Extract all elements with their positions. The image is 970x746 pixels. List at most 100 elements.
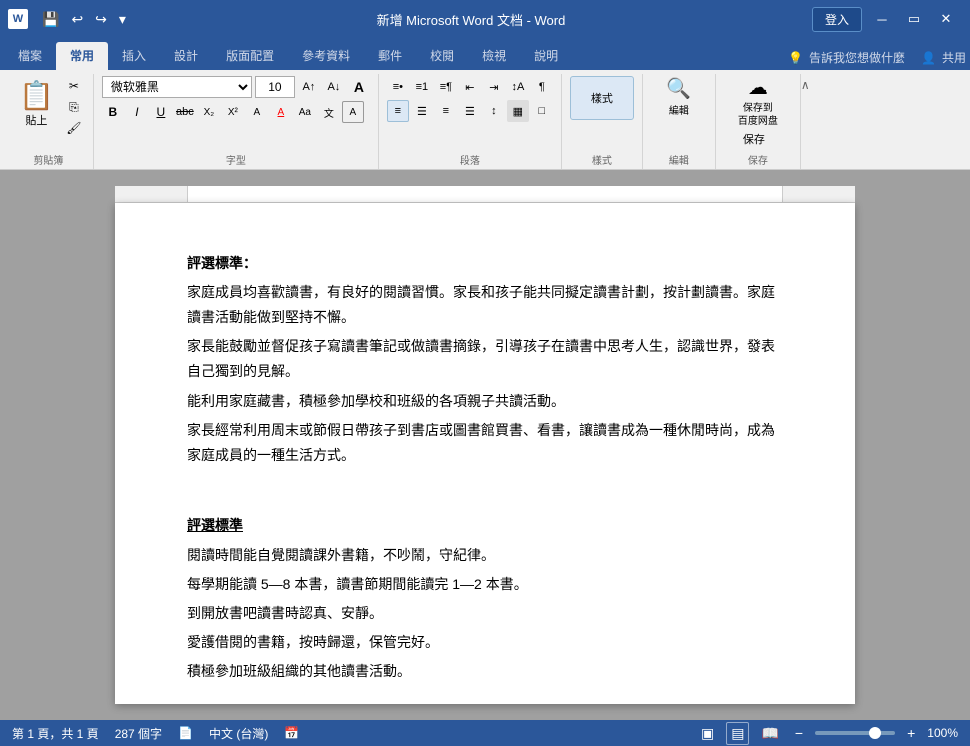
paragraph-group: ≡• ≡1 ≡¶ ⇤ ⇥ ↕A ¶ ≡ ☰ ≡ ☰ ↕ ▦ □ 段落 — [379, 74, 562, 169]
styles-label: 樣式 — [592, 152, 612, 169]
paragraph-4: 家長經常利用周末或節假日帶孩子到書店或圖書館買書、看書，讓讀書成為一種休閒時尚，… — [187, 418, 783, 468]
paragraph-1: 家庭成員均喜歡讀書，有良好的閱讀習慣。家長和孩子能共同擬定讀書計劃，按計劃讀書。… — [187, 280, 783, 330]
decrease-indent-btn[interactable]: ⇤ — [459, 76, 481, 98]
share-label[interactable]: 共用 — [942, 49, 966, 66]
sort-btn[interactable]: ↕A — [507, 76, 529, 98]
font-size-increase-btn[interactable]: A↑ — [298, 76, 320, 98]
numbering-button[interactable]: ≡1 — [411, 76, 433, 98]
document-page[interactable]: 評選標準： 家庭成員均喜歡讀書，有良好的閱讀習慣。家長和孩子能共同擬定讀書計劃，… — [115, 203, 855, 704]
paragraph-8: 愛護借閱的書籍，按時歸還，保管完好。 — [187, 630, 783, 655]
empty-paragraph — [187, 472, 783, 497]
ruler — [115, 186, 855, 203]
justify-btn[interactable]: ☰ — [459, 100, 481, 122]
increase-indent-btn[interactable]: ⇥ — [483, 76, 505, 98]
zoom-out-btn[interactable]: − — [791, 723, 807, 743]
redo-btn[interactable]: ↪ — [91, 9, 111, 30]
tab-file[interactable]: 檔案 — [4, 42, 56, 70]
cut-button[interactable]: ✂ — [63, 76, 85, 96]
maximize-button[interactable]: ▭ — [898, 5, 930, 33]
window-title: 新增 Microsoft Word 文档 - Word — [130, 10, 812, 29]
signin-button[interactable]: 登入 — [812, 7, 862, 32]
border-char-btn[interactable]: A — [342, 101, 364, 123]
copy-button[interactable]: ⎘ — [63, 97, 85, 117]
paragraph-3: 能利用家庭藏書，積極參加學校和班級的各項親子共讀活動。 — [187, 389, 783, 414]
tab-home[interactable]: 常用 — [56, 42, 108, 70]
format-painter-button[interactable]: 🖌 — [63, 118, 85, 138]
zoom-in-btn[interactable]: + — [903, 723, 919, 743]
font-group: 微软雅黑 A↑ A↓ A B I U abc X₂ X² A A Aa 文 A — [94, 74, 379, 169]
styles-button[interactable]: 樣式 — [570, 76, 634, 120]
tab-references[interactable]: 參考資料 — [288, 42, 364, 70]
paragraph-9: 積極參加班級組織的其他讀書活動。 — [187, 659, 783, 684]
save-group: ☁ 保存到百度网盘 保存 保存 — [716, 74, 801, 169]
edit-button[interactable]: 🔍 編輯 — [651, 76, 707, 116]
bullets-button[interactable]: ≡• — [387, 76, 409, 98]
clipboard-group: 📋 貼上 ✂ ⎘ 🖌 剪貼簿 — [4, 74, 94, 169]
show-marks-btn[interactable]: ¶ — [531, 76, 553, 98]
tab-design[interactable]: 設計 — [160, 42, 212, 70]
char-spacing-btn[interactable]: Aa — [294, 101, 316, 123]
align-left-btn[interactable]: ≡ — [387, 100, 409, 122]
tab-review[interactable]: 校閱 — [416, 42, 468, 70]
paste-icon: 📋 — [19, 79, 54, 112]
ribbon-tabs: 檔案 常用 插入 設計 版面配置 參考資料 郵件 校閱 檢視 說明 💡 告訴我您… — [0, 38, 970, 70]
title-bar-right: 登入 ─ ▭ ✕ — [812, 5, 962, 33]
ribbon-collapse-button[interactable]: ∧ — [801, 78, 810, 92]
border-btn[interactable]: □ — [531, 100, 553, 122]
document-area: 評選標準： 家庭成員均喜歡讀書，有良好的閱讀習慣。家長和孩子能共同擬定讀書計劃，… — [0, 170, 970, 720]
styles-group: 樣式 樣式 — [562, 74, 643, 169]
multilevel-button[interactable]: ≡¶ — [435, 76, 457, 98]
italic-button[interactable]: I — [126, 101, 148, 123]
zoom-thumb[interactable] — [869, 727, 881, 739]
customize-quick-btn[interactable]: ▾ — [115, 9, 130, 30]
shading-btn[interactable]: ▦ — [507, 100, 529, 122]
print-layout-btn[interactable]: ▣ — [697, 723, 718, 744]
font-size-input[interactable] — [255, 76, 295, 98]
align-right-btn[interactable]: ≡ — [435, 100, 457, 122]
save-quick-btn[interactable]: 💾 — [38, 9, 63, 30]
zoom-level: 100% — [927, 726, 958, 740]
quick-access-toolbar: 💾 ↩ ↪ ▾ — [38, 9, 130, 30]
tell-me-label[interactable]: 告訴我您想做什麼 — [809, 49, 905, 66]
cloud-save-icon: ☁ — [748, 75, 768, 101]
ribbon-toolbar: 📋 貼上 ✂ ⎘ 🖌 剪貼簿 微软雅黑 A↑ A↓ A B — [0, 70, 970, 170]
tab-insert[interactable]: 插入 — [108, 42, 160, 70]
text-highlight-button[interactable]: A — [246, 101, 268, 123]
title-bar: W 💾 ↩ ↪ ▾ 新增 Microsoft Word 文档 - Word 登入… — [0, 0, 970, 38]
read-mode-btn[interactable]: 📖 — [757, 723, 782, 744]
undo-btn[interactable]: ↩ — [67, 9, 87, 30]
paragraph-heading-2: 評選標準 — [187, 513, 783, 538]
superscript-button[interactable]: X² — [222, 101, 244, 123]
subscript-button[interactable]: X₂ — [198, 101, 220, 123]
window-controls: ─ ▭ ✕ — [866, 5, 962, 33]
language: 中文 (台灣) — [209, 725, 268, 742]
clear-format-btn[interactable]: A — [348, 76, 370, 98]
edit-label: 編輯 — [669, 102, 689, 117]
font-family-select[interactable]: 微软雅黑 — [102, 76, 252, 98]
font-size-decrease-btn[interactable]: A↓ — [323, 76, 345, 98]
tab-help[interactable]: 說明 — [520, 42, 572, 70]
close-button[interactable]: ✕ — [930, 5, 962, 33]
paragraph-7: 到開放書吧讀書時認真、安靜。 — [187, 601, 783, 626]
status-bar: 第 1 頁，共 1 頁 287 個字 📄 中文 (台灣) 📅 ▣ ▤ 📖 − +… — [0, 720, 970, 746]
person-icon: 👤 — [921, 51, 936, 65]
save-group-label: 保存 — [748, 152, 768, 169]
web-layout-btn[interactable]: ▤ — [726, 722, 749, 745]
tab-mailings[interactable]: 郵件 — [364, 42, 416, 70]
font-color-button[interactable]: A — [270, 101, 292, 123]
underline-button[interactable]: U — [150, 101, 172, 123]
save-button[interactable]: 保存 — [724, 128, 784, 150]
align-center-btn[interactable]: ☰ — [411, 100, 433, 122]
line-spacing-btn[interactable]: ↕ — [483, 100, 505, 122]
tab-layout[interactable]: 版面配置 — [212, 42, 288, 70]
app-icon: W — [8, 9, 28, 29]
strikethrough-button[interactable]: abc — [174, 101, 196, 123]
minimize-button[interactable]: ─ — [866, 5, 898, 33]
zoom-slider[interactable] — [815, 731, 895, 735]
tab-view[interactable]: 檢視 — [468, 42, 520, 70]
paste-button[interactable]: 📋 貼上 — [12, 76, 61, 131]
save-cloud-button[interactable]: ☁ 保存到百度网盘 — [724, 76, 792, 126]
calendar-icon: 📅 — [284, 726, 299, 740]
bold-button[interactable]: B — [102, 101, 124, 123]
phonetic-btn[interactable]: 文 — [318, 101, 340, 123]
